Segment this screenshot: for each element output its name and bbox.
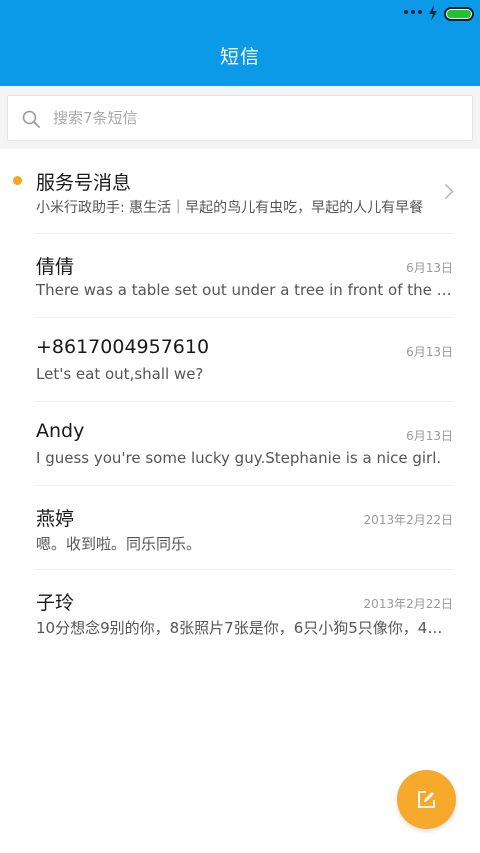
conversation-item[interactable]: +8617004957610 6月13日 Let's eat out,shall…	[0, 318, 480, 402]
conversation-date: 2013年2月22日	[363, 513, 453, 527]
conversation-preview: 小米行政助手: 惠生活｜早起的鸟儿有虫吃，早起的人儿有早餐	[36, 200, 424, 216]
search-area	[0, 86, 480, 149]
conversation-name: 子玲	[36, 592, 75, 614]
conversation-preview: I guess you're some lucky guy.Stephanie …	[36, 449, 442, 467]
search-icon	[22, 110, 40, 128]
conversation-item[interactable]: 倩倩 6月13日 There was a table set out under…	[0, 234, 480, 318]
conversation-date: 2013年2月22日	[363, 597, 453, 611]
conversation-date: 6月13日	[406, 345, 453, 359]
conversation-name: +8617004957610	[36, 336, 210, 358]
charging-icon	[429, 5, 437, 21]
compose-button[interactable]	[397, 770, 456, 829]
conversation-name: 倩倩	[36, 256, 75, 278]
conversation-preview: 10分想念9别的你，8张照片7张是你，6只小狗5只像你，4月的天气好像你	[36, 619, 454, 637]
conversation-preview: Let's eat out,shall we?	[36, 365, 204, 383]
compose-icon	[418, 791, 435, 808]
chevron-right-icon	[444, 183, 454, 200]
search-bar[interactable]	[7, 95, 473, 141]
conversation-date: 6月13日	[406, 429, 453, 443]
conversation-name: Andy	[36, 420, 85, 442]
search-input[interactable]	[53, 96, 453, 140]
conversation-preview: There was a table set out under a tree i…	[36, 281, 454, 299]
conversation-item[interactable]: Andy 6月13日 I guess you're some lucky guy…	[0, 402, 480, 486]
battery-level-fill	[447, 10, 471, 18]
page-title: 短信	[219, 46, 260, 68]
conversation-preview: 嗯。收到啦。同乐同乐。	[36, 535, 202, 553]
conversation-list: 服务号消息 小米行政助手: 惠生活｜早起的鸟儿有虫吃，早起的人儿有早餐 倩倩 6…	[0, 150, 480, 654]
unread-dot	[13, 176, 22, 185]
signal-dots-icon	[404, 10, 422, 14]
status-bar	[0, 0, 480, 28]
conversation-item[interactable]: 子玲 2013年2月22日 10分想念9别的你，8张照片7张是你，6只小狗5只像…	[0, 570, 480, 654]
conversation-item-service-messages[interactable]: 服务号消息 小米行政助手: 惠生活｜早起的鸟儿有虫吃，早起的人儿有早餐	[0, 150, 480, 234]
conversation-name: 燕婷	[36, 508, 75, 530]
app-header: 短信	[0, 0, 480, 86]
conversation-item[interactable]: 燕婷 2013年2月22日 嗯。收到啦。同乐同乐。	[0, 486, 480, 570]
conversation-name: 服务号消息	[36, 172, 132, 194]
battery-icon	[444, 7, 474, 21]
conversation-date: 6月13日	[406, 261, 453, 275]
